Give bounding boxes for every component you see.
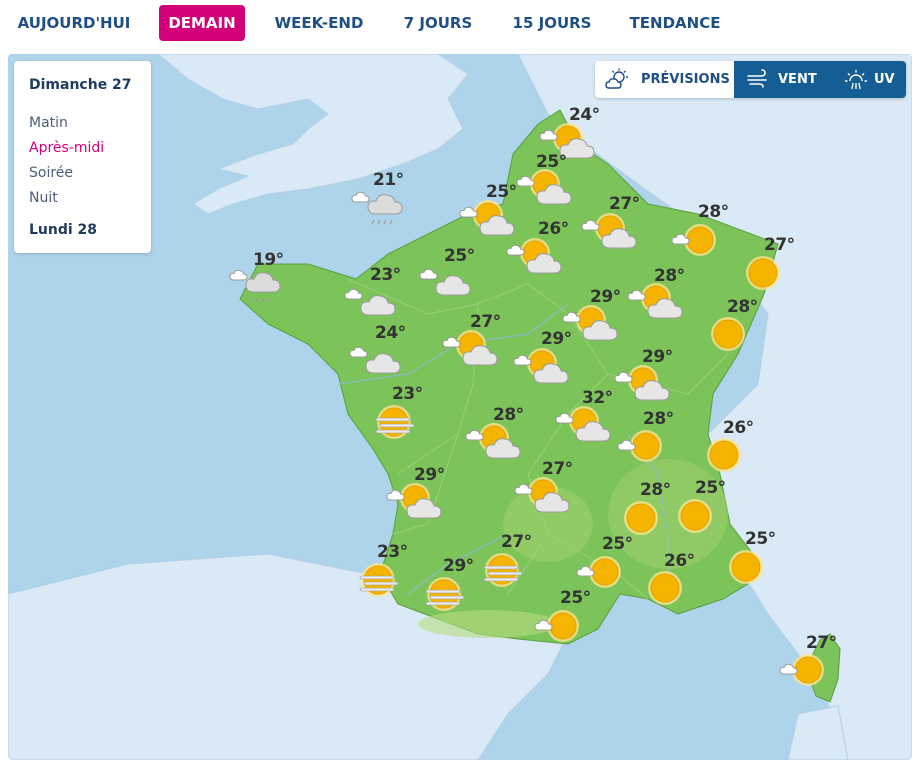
- sun-cloud-icon: [442, 330, 498, 366]
- period-nuit[interactable]: Nuit: [29, 190, 58, 206]
- tab-demain[interactable]: DEMAIN: [159, 5, 245, 41]
- layer-vent-label: VENT: [778, 72, 817, 87]
- layer-vent-button[interactable]: VENT: [734, 61, 838, 98]
- rain-cloud-icon: [351, 191, 403, 225]
- sun-cloud-icon: [465, 423, 521, 459]
- sun-cloud-icon: [516, 169, 572, 205]
- land-great-britain: [157, 54, 469, 215]
- sun-cloud-icon: [627, 283, 683, 319]
- sun-icon: [711, 317, 745, 351]
- sun-icon: [678, 499, 712, 533]
- forecast-tabs: AUJOURD'HUI DEMAIN WEEK-END 7 JOURS 15 J…: [0, 0, 917, 50]
- sun-cloud-icon: [555, 406, 611, 442]
- sun-cloud-icon: [513, 348, 569, 384]
- cloud-icon: [349, 346, 401, 374]
- sun-cloud-icon: [506, 238, 562, 274]
- sun-cloud-icon: [514, 477, 570, 513]
- period-panel: Dimanche 27 Matin Après-midi Soirée Nuit…: [14, 61, 151, 253]
- sun-icon: [648, 571, 682, 605]
- tab-15-jours[interactable]: 15 JOURS: [504, 5, 600, 41]
- sun-fog-icon: [483, 553, 523, 587]
- sun-fog-icon: [359, 563, 399, 597]
- sun-cloud-icon: [386, 483, 442, 519]
- sun-small-cloud-icon: [534, 610, 579, 642]
- cloud-icon: [344, 288, 396, 316]
- land-sardinia: [787, 705, 849, 760]
- sun-small-cloud-icon: [617, 430, 662, 462]
- sun-small-cloud-icon: [779, 654, 824, 686]
- period-soiree[interactable]: Soirée: [29, 165, 73, 181]
- wind-icon: [747, 69, 767, 88]
- tab-7-jours[interactable]: 7 JOURS: [393, 5, 483, 41]
- layer-previsions-button[interactable]: PRÉVISIONS: [595, 61, 734, 98]
- period-apres-midi[interactable]: Après-midi: [29, 140, 104, 156]
- sun-icon: [729, 550, 763, 584]
- sun-fog-icon: [425, 577, 465, 611]
- layer-previsions-label: PRÉVISIONS: [641, 72, 730, 87]
- sun-cloud-icon: [581, 213, 637, 249]
- uv-sun-icon: [845, 70, 867, 90]
- layer-uv-button[interactable]: UV: [838, 61, 906, 98]
- sun-icon: [746, 256, 780, 290]
- day-label-next[interactable]: Lundi 28: [29, 222, 97, 238]
- tab-tendance[interactable]: TENDANCE: [621, 5, 729, 41]
- cloud-icon: [419, 268, 471, 296]
- rain-cloud-icon: [229, 269, 281, 303]
- tab-week-end[interactable]: WEEK-END: [266, 5, 372, 41]
- sun-small-cloud-icon: [671, 224, 716, 256]
- layer-uv-label: UV: [874, 72, 895, 87]
- tab-aujourdhui[interactable]: AUJOURD'HUI: [10, 5, 138, 41]
- sun-fog-icon: [375, 405, 415, 439]
- sun-cloud-outline-icon: [605, 68, 628, 89]
- day-label-current[interactable]: Dimanche 27: [29, 77, 132, 93]
- sun-icon: [707, 438, 741, 472]
- period-matin[interactable]: Matin: [29, 115, 68, 131]
- layer-switcher: PRÉVISIONS VENT UV: [595, 61, 906, 98]
- sun-cloud-icon: [614, 365, 670, 401]
